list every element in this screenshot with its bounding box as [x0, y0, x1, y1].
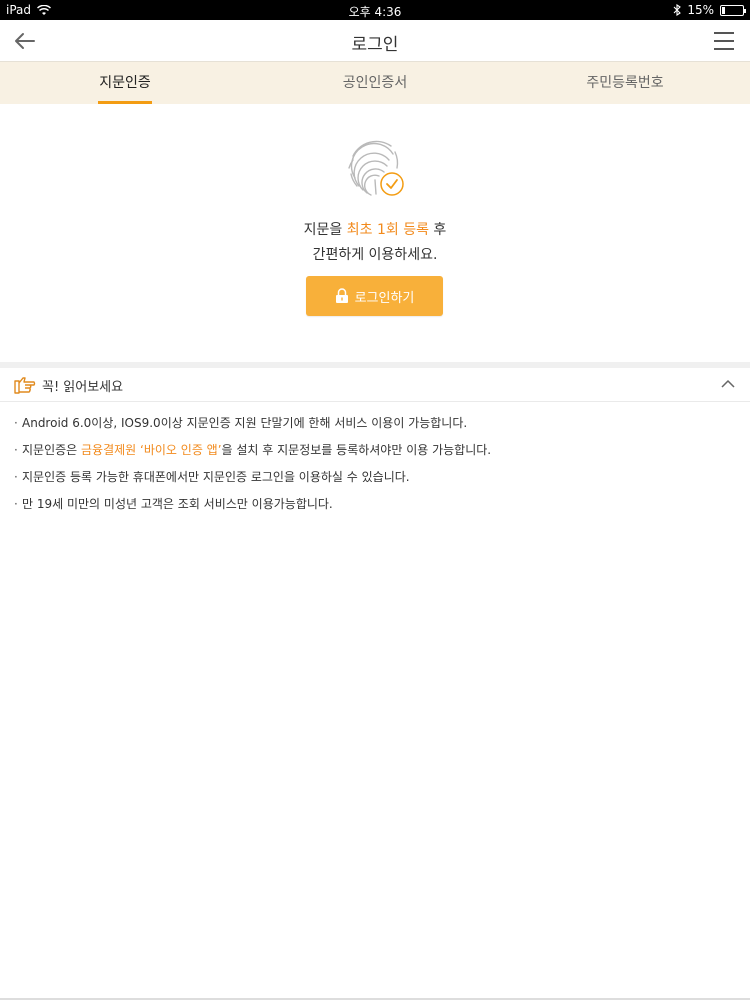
- tab-label: 주민등록번호: [586, 75, 664, 91]
- message-pre: 지문을: [303, 222, 347, 238]
- notice-item: · 지문인증 등록 가능한 휴대폰에서만 지문인증 로그인을 이용하실 수 있습니…: [14, 464, 734, 491]
- bullet: ·: [14, 470, 18, 484]
- bullet: ·: [14, 443, 18, 457]
- status-time: 오후 4:36: [348, 5, 402, 19]
- tab-resident-number[interactable]: 주민등록번호: [500, 62, 750, 104]
- tab-label: 지문인증: [99, 75, 151, 91]
- battery-fill: [722, 6, 726, 14]
- notice-text: 만 19세 미만의 미성년 고객은 조회 서비스만 이용가능합니다.: [22, 497, 333, 511]
- notice-text: Android 6.0이상, IOS9.0이상 지문인증 지원 단말기에 한해 …: [22, 416, 468, 430]
- notice-text: 지문인증 등록 가능한 휴대폰에서만 지문인증 로그인을 이용하실 수 있습니다…: [22, 470, 410, 484]
- notice-header[interactable]: 꼭! 읽어보세요: [0, 368, 750, 402]
- notice-item: · 지문인증은 금융결제원 ‘바이오 인증 앱’을 설치 후 지문정보를 등록하셔…: [14, 437, 734, 464]
- notice-title: 꼭! 읽어보세요: [42, 380, 124, 395]
- app-header: 로그인: [0, 20, 750, 62]
- notice-item: · 만 19세 미만의 미성년 고객은 조회 서비스만 이용가능합니다.: [14, 491, 734, 518]
- lock-icon: [335, 288, 348, 303]
- message-highlight: 최초 1회 등록: [346, 222, 429, 238]
- login-method-tabs: 지문인증 공인인증서 주민등록번호: [0, 62, 750, 104]
- pointing-hand-icon: [14, 377, 36, 394]
- notice-text: 을 설치 후 지문정보를 등록하셔야만 이용 가능합니다.: [221, 443, 492, 457]
- hamburger-icon[interactable]: [712, 29, 736, 53]
- tab-label: 공인인증서: [342, 75, 408, 91]
- notice-item: · Android 6.0이상, IOS9.0이상 지문인증 지원 단말기에 한해…: [14, 410, 734, 437]
- tab-fingerprint[interactable]: 지문인증: [0, 62, 250, 104]
- bullet: ·: [14, 416, 18, 430]
- notice-list: · Android 6.0이상, IOS9.0이상 지문인증 지원 단말기에 한해…: [14, 410, 734, 518]
- status-bar: iPad 오후 4:36 15%: [0, 0, 750, 20]
- bluetooth-icon: [673, 4, 682, 16]
- tab-certificate[interactable]: 공인인증서: [250, 62, 500, 104]
- battery-percent: 15%: [687, 3, 714, 17]
- bullet: ·: [14, 497, 18, 511]
- chevron-up-icon[interactable]: [720, 376, 736, 392]
- notice-text: 지문인증은: [22, 443, 82, 457]
- message-post: 후: [428, 222, 447, 238]
- fingerprint-icon: [348, 140, 404, 196]
- message-line-1: 지문을 최초 1회 등록 후: [0, 218, 750, 243]
- fingerprint-message: 지문을 최초 1회 등록 후 간편하게 이용하세요.: [0, 218, 750, 268]
- message-line-2: 간편하게 이용하세요.: [312, 247, 438, 263]
- notice-highlight: 금융결제원 ‘바이오 인증 앱’: [81, 443, 222, 457]
- page-title: 로그인: [351, 35, 399, 55]
- login-button[interactable]: 로그인하기: [306, 276, 443, 316]
- battery-icon: [720, 4, 746, 16]
- login-button-label: 로그인하기: [354, 290, 415, 306]
- status-bar-right: 15%: [673, 3, 746, 17]
- fingerprint-panel: 지문을 최초 1회 등록 후 간편하게 이용하세요. 로그인하기: [0, 104, 750, 362]
